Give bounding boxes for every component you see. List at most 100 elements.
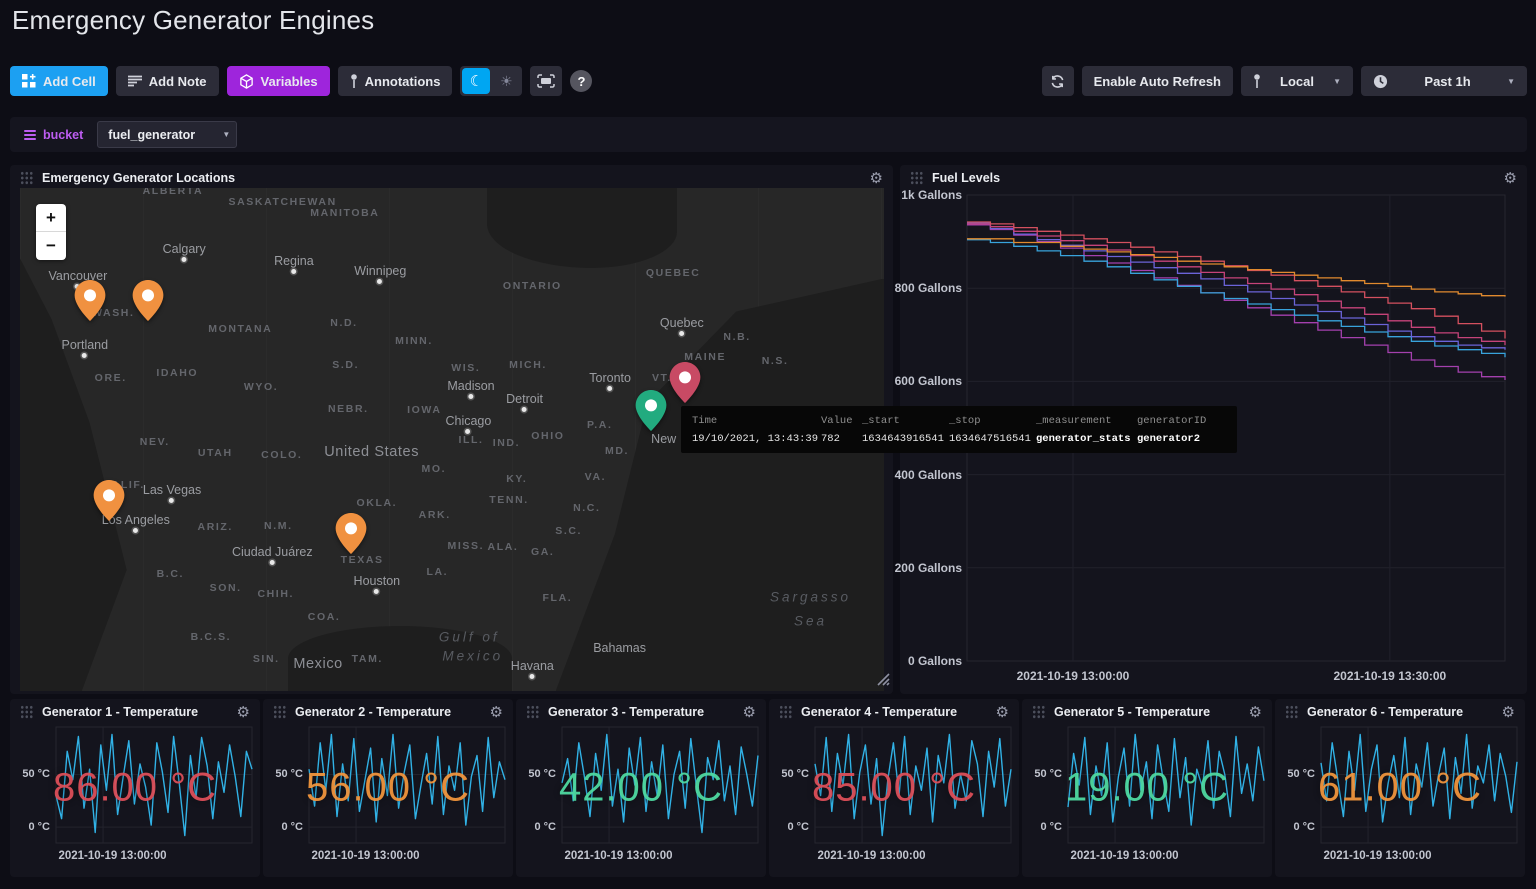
add-cell-label: Add Cell bbox=[43, 74, 96, 89]
fuel-y-tick: 200 Gallons bbox=[872, 561, 962, 575]
temperature-y-tick: 50 °C bbox=[263, 768, 303, 780]
theme-toggle: ☾ ☀ bbox=[460, 66, 522, 96]
light-mode-button[interactable]: ☀ bbox=[492, 68, 520, 94]
map-marker-generator3[interactable] bbox=[635, 390, 666, 436]
map-label: OKLA. bbox=[356, 497, 397, 509]
map-marker-generator1[interactable] bbox=[74, 280, 105, 326]
temperature-stat-value: 85.00 °C bbox=[812, 766, 976, 811]
map-label: N.C. bbox=[573, 502, 600, 514]
map-label: Gulf of bbox=[439, 630, 500, 645]
drag-handle-icon[interactable] bbox=[273, 705, 286, 719]
map-marker-generator6[interactable] bbox=[335, 513, 366, 559]
map-label: LA. bbox=[426, 566, 448, 578]
fuel-y-tick: 0 Gallons bbox=[872, 654, 962, 668]
bucket-value-dropdown[interactable]: fuel_generator ▼ bbox=[97, 121, 237, 148]
x-axis-label: 2021-10-19 13:00:00 bbox=[564, 850, 672, 862]
map-panel-title: Emergency Generator Locations bbox=[42, 171, 235, 185]
map-label: Madison bbox=[447, 379, 494, 393]
gear-icon[interactable]: ⚙ bbox=[743, 705, 756, 720]
time-range-value: Past 1h bbox=[1424, 74, 1470, 89]
map-label: N.D. bbox=[330, 317, 357, 329]
timezone-dropdown[interactable]: Local ▼ bbox=[1241, 66, 1353, 96]
drag-handle-icon[interactable] bbox=[1285, 705, 1298, 719]
zoom-in-button[interactable]: + bbox=[36, 204, 66, 232]
generator-temperature-panel: Generator 6 - Temperature ⚙ 61.00 °C 202… bbox=[1275, 699, 1525, 877]
generator-temperature-panel: Generator 1 - Temperature ⚙ 86.00 °C 202… bbox=[10, 699, 260, 877]
annotations-button[interactable]: Annotations bbox=[338, 66, 453, 96]
refresh-icon bbox=[1050, 74, 1065, 89]
gear-icon[interactable]: ⚙ bbox=[996, 705, 1009, 720]
map-label: MISS. bbox=[448, 540, 485, 552]
map-label: QUEBEC bbox=[646, 267, 701, 279]
zoom-out-button[interactable]: − bbox=[36, 232, 66, 260]
map-label: B.C.S. bbox=[191, 631, 232, 643]
fuel-panel-title: Fuel Levels bbox=[932, 171, 1000, 185]
map-zoom-control: + − bbox=[36, 204, 66, 260]
map-label: Calgary bbox=[163, 242, 206, 256]
map-label: IND. bbox=[493, 437, 520, 449]
map-label: ORE. bbox=[95, 372, 127, 384]
help-label: ? bbox=[577, 74, 585, 89]
temperature-stat-value: 56.00 °C bbox=[306, 766, 470, 811]
drag-handle-icon[interactable] bbox=[1032, 705, 1045, 719]
drag-handle-icon[interactable] bbox=[910, 171, 923, 185]
generator-panel-title: Generator 5 - Temperature bbox=[1054, 705, 1210, 719]
resize-handle[interactable] bbox=[875, 671, 890, 691]
drag-handle-icon[interactable] bbox=[779, 705, 792, 719]
map-label: ALA. bbox=[488, 541, 519, 553]
toolbar-left: Add Cell Add Note Variables Annotations … bbox=[10, 66, 592, 96]
generator-panel-title: Generator 3 - Temperature bbox=[548, 705, 704, 719]
bucket-label-text: bucket bbox=[43, 128, 83, 142]
moon-icon: ☾ bbox=[470, 72, 483, 90]
temperature-y-tick: 0 °C bbox=[263, 821, 303, 833]
time-range-dropdown[interactable]: Past 1h ▼ bbox=[1361, 66, 1527, 96]
generator-temperature-panel: Generator 2 - Temperature ⚙ 56.00 °C 202… bbox=[263, 699, 513, 877]
fuel-y-tick: 800 Gallons bbox=[872, 281, 962, 295]
map-label: CHIH. bbox=[257, 588, 294, 600]
gear-icon[interactable]: ⚙ bbox=[1502, 705, 1515, 720]
map-marker-generator4[interactable] bbox=[132, 280, 163, 326]
generator-panel-title: Generator 1 - Temperature bbox=[42, 705, 198, 719]
map-label: Havana bbox=[511, 659, 554, 673]
add-note-button[interactable]: Add Note bbox=[116, 66, 219, 96]
map-label: Bahamas bbox=[593, 641, 646, 655]
map-marker-generator5[interactable] bbox=[93, 480, 124, 526]
map-label: WYO. bbox=[244, 381, 278, 393]
cube-icon bbox=[239, 74, 254, 89]
gear-icon[interactable]: ⚙ bbox=[870, 171, 883, 186]
add-note-label: Add Note bbox=[149, 74, 207, 89]
map-label: IDAHO bbox=[156, 367, 198, 379]
bucket-variable-label[interactable]: bucket bbox=[24, 128, 83, 142]
map-label: MD. bbox=[605, 445, 629, 457]
map-label: S.D. bbox=[332, 359, 359, 371]
tooltip-header: Value bbox=[821, 415, 862, 427]
map-label: UTAH bbox=[198, 447, 233, 459]
drag-handle-icon[interactable] bbox=[20, 705, 33, 719]
map-marker-generator2[interactable] bbox=[670, 362, 701, 408]
variables-button[interactable]: Variables bbox=[227, 66, 330, 96]
generator-panel-header: Generator 1 - Temperature ⚙ bbox=[10, 699, 260, 725]
map-label: OHIO bbox=[531, 430, 564, 442]
temperature-y-tick: 0 °C bbox=[516, 821, 556, 833]
temperature-stat-value: 19.00 °C bbox=[1065, 766, 1229, 811]
map-label: NEBR. bbox=[328, 403, 369, 415]
gear-icon[interactable]: ⚙ bbox=[1504, 171, 1517, 186]
enable-auto-refresh-button[interactable]: Enable Auto Refresh bbox=[1082, 66, 1233, 96]
gear-icon[interactable]: ⚙ bbox=[490, 705, 503, 720]
toolbar-right: Enable Auto Refresh Local ▼ Past 1h ▼ bbox=[1042, 66, 1527, 96]
drag-handle-icon[interactable] bbox=[526, 705, 539, 719]
gear-icon[interactable]: ⚙ bbox=[1249, 705, 1262, 720]
map-tooltip: TimeValue_start_stop_measurementgenerato… bbox=[681, 406, 1237, 453]
gear-icon[interactable]: ⚙ bbox=[237, 705, 250, 720]
add-cell-button[interactable]: Add Cell bbox=[10, 66, 108, 96]
presentation-mode-button[interactable] bbox=[530, 66, 562, 96]
drag-handle-icon[interactable] bbox=[20, 171, 33, 185]
temperature-y-tick: 50 °C bbox=[1022, 768, 1062, 780]
x-axis-label: 2021-10-19 13:00:00 bbox=[1070, 850, 1178, 862]
chevron-down-icon: ▼ bbox=[1507, 77, 1515, 86]
map-label: KY. bbox=[506, 473, 527, 485]
refresh-button[interactable] bbox=[1042, 66, 1074, 96]
variables-bar: bucket fuel_generator ▼ bbox=[10, 117, 1527, 152]
help-button[interactable]: ? bbox=[570, 70, 592, 92]
dark-mode-button[interactable]: ☾ bbox=[462, 68, 490, 94]
